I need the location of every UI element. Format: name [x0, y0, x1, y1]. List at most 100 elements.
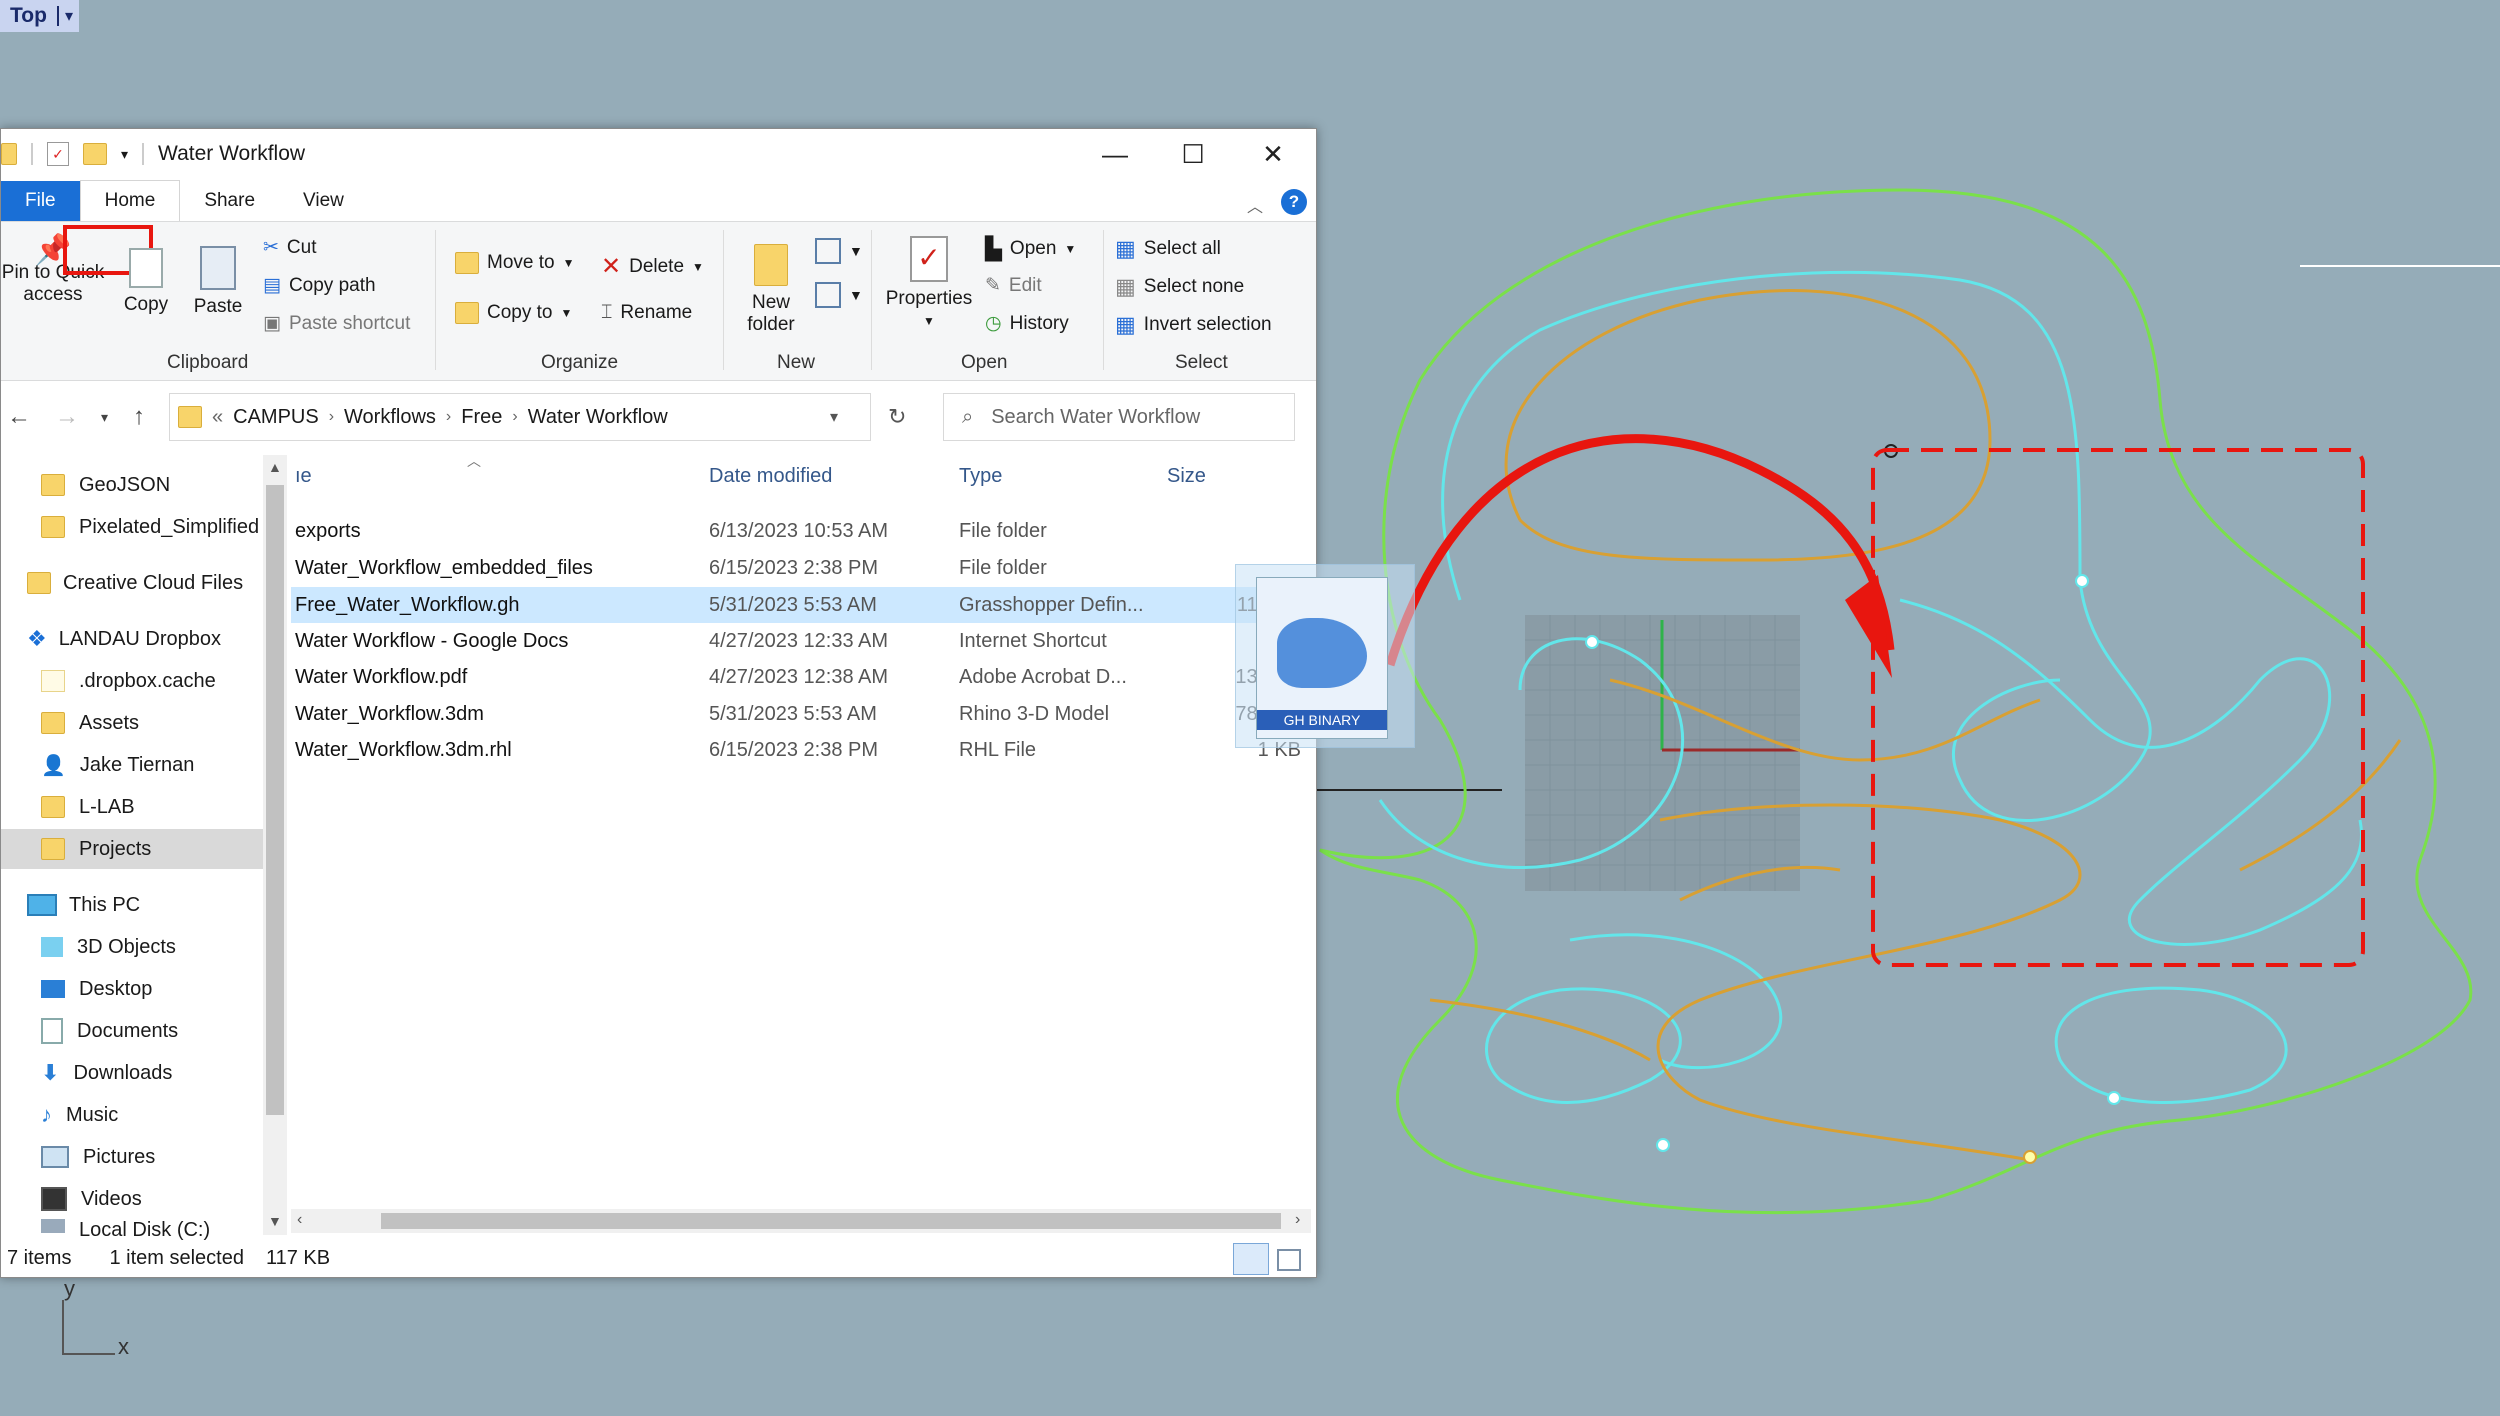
select-all-button[interactable]: ▦ Select all [1115, 236, 1221, 262]
horizontal-scrollbar[interactable]: ‹ › [291, 1209, 1311, 1233]
file-row[interactable]: Water_Workflow.3dm 5/31/2023 5:53 AM Rhino… [291, 696, 1311, 732]
nav-item-documents[interactable]: Documents [1, 1011, 263, 1051]
collapse-ribbon-icon[interactable]: ︿ [1247, 193, 1263, 217]
minimize-button[interactable]: — [1075, 129, 1155, 179]
details-view-icon[interactable] [1233, 1243, 1269, 1275]
scrollbar-thumb[interactable] [381, 1213, 1281, 1229]
chevron-right-icon[interactable]: › [512, 408, 517, 426]
easy-access-button[interactable]: ▼ [815, 282, 863, 308]
file-explorer-window[interactable]: ✓ ▾ Water Workflow — ☐ ✕ File Home Share… [0, 128, 1317, 1278]
paste-shortcut-button[interactable]: ▣ Paste shortcut [263, 312, 410, 335]
file-row[interactable]: Water Workflow - Google Docs 4/27/2023 12… [291, 623, 1311, 659]
rename-button[interactable]: ⌶ Rename [601, 302, 692, 324]
edit-button[interactable]: ✎ Edit [985, 274, 1042, 297]
address-bar[interactable]: « CAMPUS › Workflows › Free › Water Work… [169, 393, 906, 441]
music-icon: ♪ [41, 1102, 52, 1127]
breadcrumb-workflows[interactable]: Workflows [344, 406, 436, 429]
file-row[interactable]: Water_Workflow_embedded_files 6/15/2023 2… [291, 550, 1311, 586]
nav-item-pictures[interactable]: Pictures [1, 1137, 263, 1177]
move-to-button[interactable]: Move to ▼ [455, 252, 574, 274]
folder-icon [41, 474, 65, 496]
tab-share[interactable]: Share [180, 181, 279, 221]
file-row[interactable]: Water Workflow.pdf 4/27/2023 12:38 AM Adob… [291, 659, 1311, 695]
breadcrumb-overflow[interactable]: « [212, 406, 223, 429]
close-button[interactable]: ✕ [1233, 129, 1313, 179]
nav-item-3d-objects[interactable]: 3D Objects [1, 927, 263, 967]
tab-home[interactable]: Home [79, 180, 181, 221]
new-folder-icon[interactable] [83, 143, 107, 165]
file-row[interactable]: exports 6/13/2023 10:53 AM File folder [291, 513, 1311, 549]
viewport-label[interactable]: Top ▾ [0, 0, 79, 32]
separator [31, 143, 33, 165]
breadcrumb-campus[interactable]: CAMPUS [233, 406, 319, 429]
nav-item-videos[interactable]: Videos [1, 1179, 263, 1219]
paste-button[interactable]: Paste [187, 240, 249, 318]
column-date[interactable]: Date modified [709, 465, 832, 488]
chevron-right-icon[interactable]: › [446, 408, 451, 426]
nav-item-desktop[interactable]: Desktop [1, 969, 263, 1009]
tab-file[interactable]: File [1, 181, 80, 221]
title-bar[interactable]: ✓ ▾ Water Workflow — ☐ ✕ [1, 129, 1316, 179]
nav-item-llab[interactable]: L-LAB [1, 787, 263, 827]
copy-button[interactable]: Copy [115, 240, 177, 316]
new-folder-button[interactable]: New folder [737, 244, 805, 336]
nav-item-dropbox-cache[interactable]: .dropbox.cache [1, 661, 263, 701]
nav-item-projects[interactable]: Projects [1, 829, 263, 869]
copy-to-button[interactable]: Copy to ▼ [455, 302, 572, 324]
open-icon: ▙ [985, 236, 1002, 261]
search-input[interactable]: Search Water Workflow [991, 406, 1200, 429]
file-date: 4/27/2023 12:38 AM [709, 665, 889, 688]
scrollbar-thumb[interactable] [266, 485, 284, 1115]
nav-item-downloads[interactable]: ⬇ Downloads [1, 1053, 263, 1093]
tab-view[interactable]: View [279, 181, 368, 221]
scroll-left-icon[interactable]: ‹ [297, 1211, 302, 1229]
nav-item-geojson[interactable]: GeoJSON [1, 465, 263, 505]
navigation-pane: GeoJSON Pixelated_Simplified Creative Cl… [1, 455, 263, 1241]
file-row-selected[interactable]: Free_Water_Workflow.gh 5/31/2023 5:53 AM G… [291, 587, 1311, 623]
large-icons-view-icon[interactable] [1277, 1249, 1301, 1271]
properties-icon[interactable]: ✓ [47, 142, 69, 166]
customize-toolbar-icon[interactable]: ▾ [121, 146, 128, 163]
scroll-up-icon[interactable]: ▲ [268, 459, 282, 475]
axis-y-label: y [64, 1276, 75, 1301]
chevron-right-icon[interactable]: › [329, 408, 334, 426]
scroll-down-icon[interactable]: ▼ [268, 1213, 282, 1229]
open-button[interactable]: ▙ Open ▼ [985, 236, 1076, 262]
recent-locations-button[interactable]: ▾ [101, 409, 108, 426]
file-type: Internet Shortcut [959, 629, 1107, 652]
column-size[interactable]: Size [1167, 465, 1206, 488]
help-icon[interactable]: ? [1281, 189, 1307, 215]
new-item-button[interactable]: ▼ [815, 238, 863, 264]
column-type[interactable]: Type [959, 465, 1002, 488]
back-button[interactable]: ← [7, 403, 31, 431]
nav-item-creative-cloud[interactable]: Creative Cloud Files [1, 563, 263, 603]
nav-scrollbar[interactable]: ▲ ▼ [263, 455, 287, 1235]
history-button[interactable]: ◷ History [985, 312, 1069, 335]
nav-item-assets[interactable]: Assets [1, 703, 263, 743]
file-row[interactable]: Water_Workflow.3dm.rhl 6/15/2023 2:38 PM R… [291, 732, 1311, 768]
breadcrumb-water-workflow[interactable]: Water Workflow [528, 406, 668, 429]
properties-button[interactable]: ✓ Properties ▼ [881, 236, 977, 332]
nav-item-dropbox[interactable]: ❖ LANDAU Dropbox [1, 619, 263, 659]
cut-button[interactable]: ✂ Cut [263, 236, 317, 259]
file-type: Rhino 3-D Model [959, 702, 1110, 725]
address-history-dropdown[interactable]: ▾ [830, 407, 838, 427]
up-button[interactable]: ↑ [133, 403, 145, 431]
maximize-button[interactable]: ☐ [1153, 129, 1233, 179]
refresh-icon[interactable]: ↻ [888, 404, 906, 430]
nav-item-this-pc[interactable]: This PC [1, 885, 263, 925]
delete-button[interactable]: ✕ Delete ▼ [601, 252, 704, 281]
chevron-down-icon[interactable]: ▾ [56, 6, 73, 26]
search-box[interactable]: ⌕ Search Water Workflow [943, 393, 1295, 441]
copy-path-button[interactable]: ▤ Copy path [263, 274, 376, 297]
invert-selection-button[interactable]: ▦ Invert selection [1115, 312, 1272, 338]
breadcrumb-free[interactable]: Free [461, 406, 502, 429]
nav-item-music[interactable]: ♪ Music [1, 1095, 263, 1135]
column-name[interactable]: ıe [295, 465, 312, 488]
nav-item-jake[interactable]: 👤 Jake Tiernan [1, 745, 263, 785]
select-none-button[interactable]: ▦ Select none [1115, 274, 1244, 300]
scroll-right-icon[interactable]: › [1295, 1211, 1300, 1229]
nav-item-pixelated[interactable]: Pixelated_Simplified [1, 507, 263, 547]
forward-button[interactable]: → [55, 403, 79, 431]
chevron-down-icon: ▼ [562, 256, 575, 270]
